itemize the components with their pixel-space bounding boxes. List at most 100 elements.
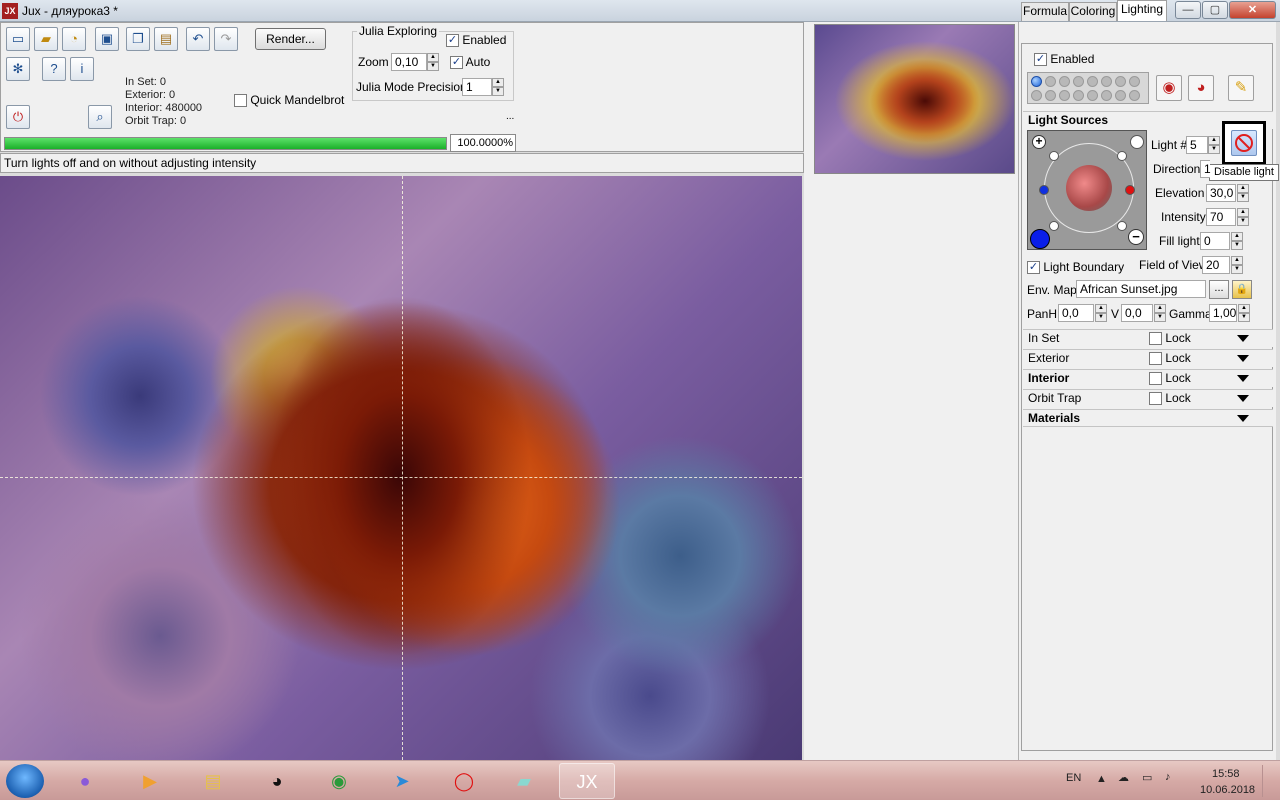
light-direction-dial[interactable]: + −: [1027, 130, 1147, 250]
materials-expand-icon[interactable]: [1237, 415, 1249, 422]
orbit-trap-lock-checkbox[interactable]: [1149, 392, 1162, 406]
file-explorer-icon[interactable]: ▤: [185, 763, 241, 799]
light-knob-3[interactable]: [1049, 221, 1059, 231]
julia-enabled-checkbox[interactable]: ✓: [446, 34, 459, 48]
direction-input[interactable]: 1: [1200, 160, 1211, 178]
tray-expand-icon[interactable]: ▲: [1096, 773, 1107, 785]
intensity-spinner[interactable]: ▲ ▼: [1237, 208, 1249, 226]
julia-precision-spinner[interactable]: ▲ ▼: [492, 78, 504, 96]
media-player-icon[interactable]: ▶: [122, 763, 178, 799]
orbit-trap-expand-icon[interactable]: [1237, 395, 1249, 402]
section-in-set[interactable]: In Set: [1023, 329, 1273, 347]
light-color-swatch[interactable]: [1030, 229, 1050, 249]
tab-coloring[interactable]: Coloring: [1069, 2, 1117, 21]
disable-light-button[interactable]: [1222, 121, 1266, 165]
zoom-input[interactable]: 0,10: [391, 53, 427, 71]
v-spinner[interactable]: ▲ ▼: [1154, 304, 1166, 322]
fill-light-input[interactable]: 0: [1200, 232, 1230, 250]
undo-icon[interactable]: ↶: [186, 27, 210, 51]
lighting-enabled-checkbox[interactable]: ✓: [1034, 53, 1047, 67]
settings-icon[interactable]: ✻: [6, 57, 30, 81]
light-slot-16[interactable]: [1129, 90, 1140, 101]
section-orbit-trap[interactable]: Orbit Trap: [1023, 389, 1273, 407]
light-slot-9[interactable]: [1031, 90, 1042, 101]
exterior-expand-icon[interactable]: [1237, 355, 1249, 362]
light-slot-11[interactable]: [1059, 90, 1070, 101]
open-recent-icon[interactable]: ◔: [62, 27, 86, 51]
volume-icon[interactable]: ♪: [1165, 771, 1171, 783]
add-light-button[interactable]: +: [1032, 135, 1046, 149]
v-input[interactable]: 0,0: [1121, 304, 1153, 322]
section-exterior[interactable]: Exterior: [1023, 349, 1273, 367]
field-of-view-spinner[interactable]: ▲ ▼: [1231, 256, 1243, 274]
panh-spinner[interactable]: ▲ ▼: [1095, 304, 1107, 322]
panda-icon[interactable]: ◕: [249, 763, 305, 799]
zoom-spinner[interactable]: ▲ ▼: [427, 53, 439, 71]
language-indicator[interactable]: EN: [1066, 772, 1081, 784]
light-boundary-option[interactable]: ✓ Light Boundary: [1027, 260, 1124, 275]
help-icon[interactable]: ?: [42, 57, 66, 81]
light-slot-15[interactable]: [1115, 90, 1126, 101]
close-button[interactable]: ✕: [1229, 1, 1276, 19]
light-number-spinner[interactable]: ▲ ▼: [1208, 136, 1220, 154]
light-boundary-checkbox[interactable]: ✓: [1027, 261, 1040, 275]
clock-date[interactable]: 10.06.2018: [1200, 784, 1255, 796]
remove-light-button[interactable]: −: [1128, 229, 1144, 245]
light-slot-4[interactable]: [1073, 76, 1084, 87]
light-slot-6[interactable]: [1101, 76, 1112, 87]
light-slot-2[interactable]: [1045, 76, 1056, 87]
field-of-view-input[interactable]: 20: [1202, 256, 1230, 274]
light-slot-13[interactable]: [1087, 90, 1098, 101]
section-materials[interactable]: Materials: [1023, 409, 1273, 427]
light-number-input[interactable]: 5: [1186, 136, 1208, 154]
jux-icon[interactable]: JX: [559, 763, 615, 799]
section-interior[interactable]: Interior: [1023, 369, 1273, 387]
light-knob-blue[interactable]: [1039, 185, 1049, 195]
info-icon[interactable]: i: [70, 57, 94, 81]
new-file-icon[interactable]: ▭: [6, 27, 30, 51]
action-center-icon[interactable]: ▭: [1142, 771, 1152, 784]
clock-time[interactable]: 15:58: [1212, 768, 1240, 780]
gamma-spinner[interactable]: ▲ ▼: [1238, 304, 1250, 322]
light-slot-palette[interactable]: [1027, 72, 1149, 104]
opera-icon[interactable]: ◯: [436, 763, 492, 799]
save-icon[interactable]: ▣: [95, 27, 119, 51]
gamma-input[interactable]: 1,00: [1209, 304, 1237, 322]
fractal-preview-thumbnail[interactable]: [814, 24, 1015, 174]
orbit-trap-lock-option[interactable]: Lock: [1149, 391, 1191, 406]
start-button-icon[interactable]: [6, 764, 44, 798]
exterior-lock-checkbox[interactable]: [1149, 352, 1162, 366]
interior-expand-icon[interactable]: [1237, 375, 1249, 382]
interior-lock-checkbox[interactable]: [1149, 372, 1162, 386]
redo-icon[interactable]: ↷: [214, 27, 238, 51]
tab-lighting[interactable]: Lighting: [1117, 0, 1167, 21]
lighting-enabled-option[interactable]: ✓ Enabled: [1034, 52, 1094, 67]
fractal-canvas[interactable]: [0, 176, 802, 760]
telegram-icon[interactable]: ➤: [374, 763, 430, 799]
julia-enabled-option[interactable]: ✓ Enabled: [446, 33, 506, 48]
light-knob-1[interactable]: [1049, 151, 1059, 161]
tab-formula[interactable]: Formula: [1021, 2, 1069, 21]
light-slot-10[interactable]: [1045, 90, 1056, 101]
elevation-input[interactable]: 30,0: [1206, 184, 1236, 202]
light-knob-4[interactable]: [1117, 221, 1127, 231]
maximize-button[interactable]: ▢: [1202, 1, 1228, 19]
auto-option[interactable]: ✓ Auto: [450, 55, 490, 70]
microphone-icon[interactable]: ●: [57, 763, 113, 799]
exterior-lock-option[interactable]: Lock: [1149, 351, 1191, 366]
show-desktop-button[interactable]: [1262, 765, 1276, 797]
light-knob-2[interactable]: [1117, 151, 1127, 161]
panh-input[interactable]: 0,0: [1058, 304, 1094, 322]
quick-mandelbrot-option[interactable]: Quick Mandelbrot: [234, 93, 344, 108]
minimize-button[interactable]: —: [1175, 1, 1201, 19]
fill-light-spinner[interactable]: ▲ ▼: [1231, 232, 1243, 250]
network-icon[interactable]: ☁: [1118, 771, 1129, 784]
light-slot-12[interactable]: [1073, 90, 1084, 101]
zoom-magnifier-icon[interactable]: ⌕: [88, 105, 112, 129]
light-slot-3[interactable]: [1059, 76, 1070, 87]
render-button[interactable]: Render...: [255, 28, 326, 50]
light-slot-8[interactable]: [1129, 76, 1140, 87]
intensity-input[interactable]: 70: [1206, 208, 1236, 226]
interior-lock-option[interactable]: Lock: [1149, 371, 1191, 386]
env-map-lock-icon[interactable]: 🔒: [1232, 280, 1252, 299]
